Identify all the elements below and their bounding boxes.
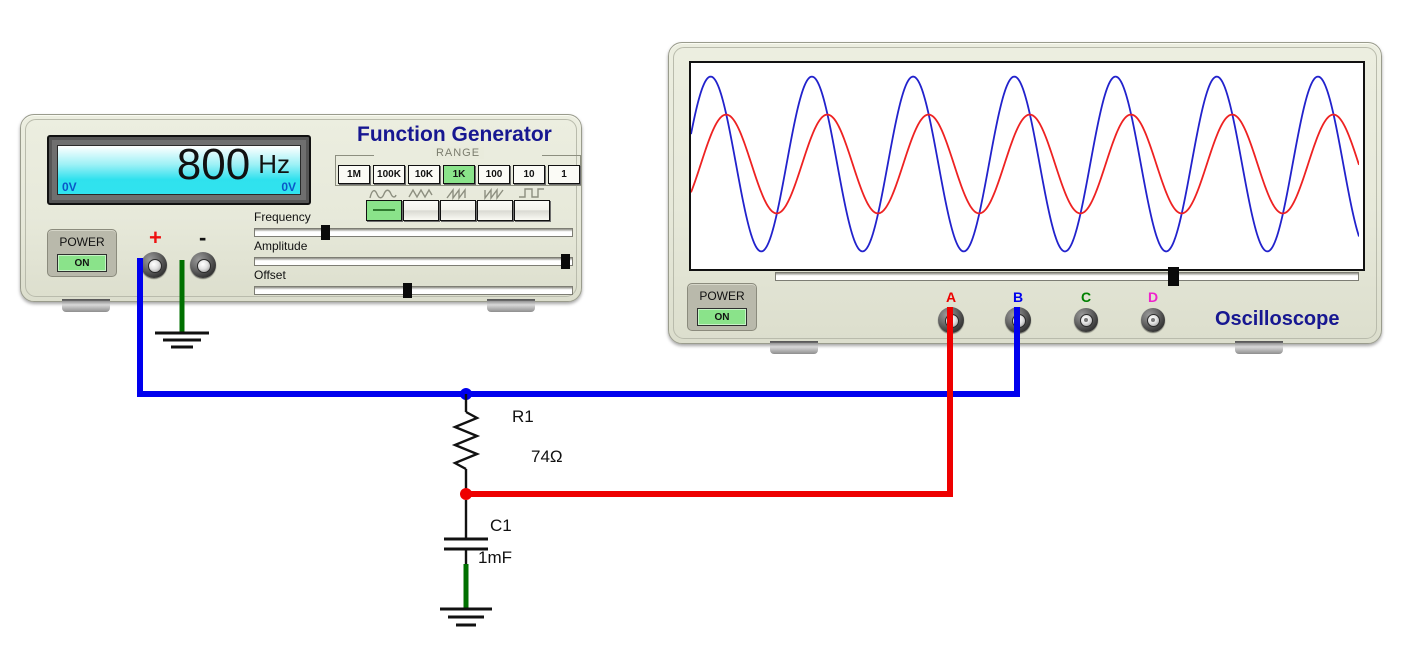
component-value-c1: 1mF [478,548,512,567]
terminal-d-center-dot [1151,318,1155,322]
junction-node-red [460,488,472,500]
ground-symbol-capacitor [440,607,492,627]
ground-symbol-generator [155,331,209,349]
source-wire-blue [137,258,1020,397]
terminal-c-center-dot [1084,318,1088,322]
circuit-wiring [137,258,1020,627]
component-label-r1: R1 [512,407,534,426]
resistor-r1-symbol [451,410,481,471]
component-value-r1: 74Ω [531,447,563,466]
component-label-c1: C1 [490,516,512,535]
